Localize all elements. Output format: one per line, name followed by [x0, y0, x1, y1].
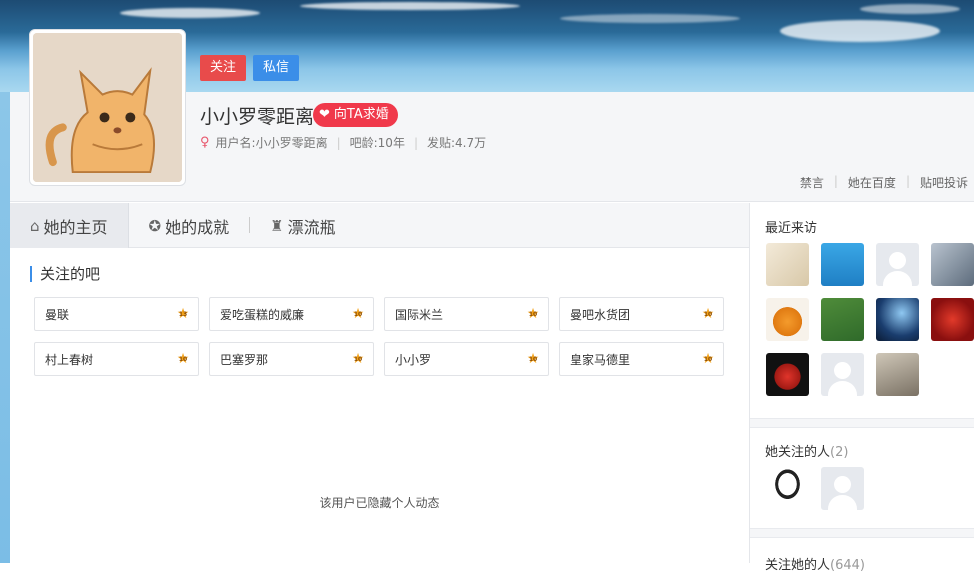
- bar-item[interactable]: 小小罗 ★ 10: [384, 342, 549, 376]
- bar-name: 爱吃蛋糕的威廉: [220, 307, 305, 322]
- followed-bars-grid: 曼联 ★ 13 爱吃蛋糕的威廉 ★ 10 国际米兰 ★ 10 曼吧水货团 ★ 10 村上春树 ★ 1…: [34, 297, 734, 376]
- username-heading: 小小罗零距离: [200, 106, 315, 128]
- bar-level: 10: [353, 311, 363, 318]
- bar-item[interactable]: 国际米兰 ★ 10: [384, 297, 549, 331]
- main-content: 关注的吧 曼联 ★ 13 爱吃蛋糕的威廉 ★ 10 国际米兰 ★ 10 曼吧水货团 ★ 10 村…: [10, 248, 749, 563]
- profile-tabs: ⌂ 她的主页 ✪ 她的成就 ♜ 漂流瓶: [10, 203, 749, 248]
- bar-item[interactable]: 爱吃蛋糕的威廉 ★ 10: [209, 297, 374, 331]
- tab-drift-bottle[interactable]: ♜ 漂流瓶: [250, 203, 355, 248]
- tab-home[interactable]: ⌂ 她的主页: [10, 203, 129, 248]
- meta-username: 用户名:小小罗零距离: [215, 136, 328, 150]
- meta-bar-age: 吧龄:10年: [349, 136, 405, 150]
- bar-name: 皇家马德里: [570, 352, 631, 367]
- following-avatar[interactable]: [821, 467, 864, 510]
- visitor-avatar[interactable]: [766, 298, 809, 341]
- recent-visitors-title: 最近来访: [765, 221, 818, 236]
- tab-label: 她的成就: [165, 217, 230, 237]
- bar-name: 曼吧水货团: [570, 307, 631, 322]
- bar-item[interactable]: 曼联 ★ 13: [34, 297, 199, 331]
- visitor-avatar[interactable]: [821, 298, 864, 341]
- following-label: 她关注的人: [765, 445, 831, 460]
- followed-bars-title: 关注的吧: [30, 266, 100, 282]
- bar-item[interactable]: 巴塞罗那 ★ 10: [209, 342, 374, 376]
- level-star-icon: ★ 10: [701, 351, 715, 367]
- bar-item[interactable]: 皇家马德里 ★ 10: [559, 342, 724, 376]
- tab-label: 她的主页: [43, 217, 108, 237]
- meta-divider: |: [336, 135, 341, 150]
- recent-visitors-grid: [766, 243, 974, 396]
- following-count: (2): [830, 445, 849, 460]
- avatar: [33, 33, 182, 182]
- message-button[interactable]: 私信: [253, 55, 300, 81]
- following-avatar[interactable]: [766, 467, 809, 510]
- tab-label: 漂流瓶: [287, 217, 336, 237]
- visitor-avatar[interactable]: [876, 353, 919, 396]
- level-star-icon: ★ 10: [351, 306, 365, 322]
- following-title: 她关注的人(2): [765, 441, 848, 460]
- level-star-icon: ★ 10: [526, 351, 540, 367]
- following-grid: [766, 467, 974, 510]
- bottle-icon: ♜: [270, 216, 284, 235]
- bar-level: 10: [703, 311, 713, 318]
- level-star-icon: ★ 13: [176, 306, 190, 322]
- visitor-avatar[interactable]: [766, 243, 809, 286]
- bar-name: 小小罗: [395, 352, 432, 367]
- visitor-avatar[interactable]: [821, 353, 864, 396]
- bar-name: 巴塞罗那: [220, 352, 269, 367]
- meta-post-count: 发贴:4.7万: [427, 136, 487, 150]
- level-star-icon: ★ 10: [351, 351, 365, 367]
- level-star-icon: ★ 10: [526, 306, 540, 322]
- propose-label: 向TA求婚: [333, 107, 389, 122]
- ban-link[interactable]: 禁言: [800, 174, 824, 191]
- meta-divider: |: [413, 135, 418, 150]
- visitor-avatar[interactable]: [876, 243, 919, 286]
- bar-level: 10: [528, 311, 538, 318]
- hidden-activity-notice: 该用户已隐藏个人动态: [319, 496, 440, 510]
- home-icon: ⌂: [30, 216, 40, 235]
- bar-item[interactable]: 村上春树 ★ 10: [34, 342, 199, 376]
- link-divider: |: [905, 174, 910, 188]
- profile-meta: ♀ 用户名:小小罗零距离 | 吧龄:10年 | 发贴:4.7万: [200, 134, 486, 151]
- medal-icon: ✪: [148, 216, 162, 235]
- sidebar: 最近来访 她关注的人(2) 关注她的人(644): [749, 203, 974, 573]
- bar-name: 村上春树: [45, 352, 94, 367]
- bar-level: 10: [703, 356, 713, 363]
- bar-item[interactable]: 曼吧水货团 ★ 10: [559, 297, 724, 331]
- heart-icon: ❤: [319, 107, 330, 122]
- section-divider: [750, 418, 974, 428]
- bar-level: 13: [178, 311, 188, 318]
- level-star-icon: ★ 10: [701, 306, 715, 322]
- follow-button[interactable]: 关注: [200, 55, 247, 81]
- bar-name: 曼联: [45, 307, 70, 322]
- report-link[interactable]: 贴吧投诉: [920, 174, 968, 191]
- visitor-avatar[interactable]: [821, 243, 864, 286]
- avatar-frame: [29, 29, 186, 186]
- visitor-avatar[interactable]: [876, 298, 919, 341]
- banner-left-strip: [0, 92, 10, 563]
- followers-label: 关注她的人: [765, 558, 831, 573]
- female-icon: ♀: [200, 135, 210, 150]
- bar-level: 10: [353, 356, 363, 363]
- propose-button[interactable]: ❤ 向TA求婚: [313, 103, 398, 127]
- followers-title: 关注她的人(644): [765, 554, 865, 573]
- visitor-avatar[interactable]: [931, 243, 974, 286]
- baidu-profile-link[interactable]: 她在百度: [848, 174, 896, 191]
- followers-count: (644): [830, 558, 865, 573]
- visitor-avatar[interactable]: [931, 298, 974, 341]
- bar-level: 10: [178, 356, 188, 363]
- visitor-avatar[interactable]: [766, 353, 809, 396]
- bar-name: 国际米兰: [395, 307, 444, 322]
- level-star-icon: ★ 10: [176, 351, 190, 367]
- tab-achievements[interactable]: ✪ 她的成就: [129, 203, 250, 248]
- profile-actions: 禁言 | 她在百度 | 贴吧投诉: [800, 174, 968, 191]
- section-divider: [750, 528, 974, 538]
- link-divider: |: [833, 174, 838, 188]
- bar-level: 10: [528, 356, 538, 363]
